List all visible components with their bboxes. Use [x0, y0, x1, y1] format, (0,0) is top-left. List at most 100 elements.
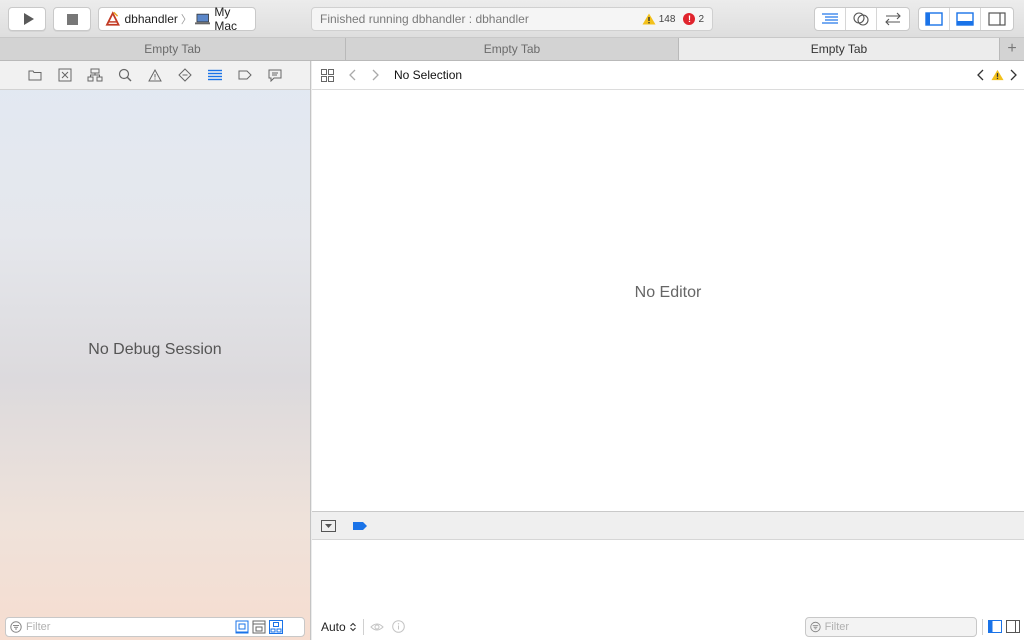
report-icon: [268, 69, 282, 82]
info-icon[interactable]: [391, 620, 405, 633]
debug-bar: [312, 511, 1024, 540]
tab-2[interactable]: Empty Tab: [346, 38, 679, 60]
filter-icon: [10, 620, 22, 633]
utilities-toggle-button[interactable]: [981, 8, 1012, 30]
activity-viewer: Finished running dbhandler : dbhandler 1…: [311, 7, 713, 31]
debug-footer: Auto: [312, 613, 1024, 640]
chevron-left-icon: [977, 69, 984, 81]
chevron-right-icon: [372, 69, 379, 81]
editor-area: No Selection No Editor: [312, 61, 1024, 511]
utilities-toggle-icon: [987, 12, 1006, 26]
hierarchy-filter-icon[interactable]: [269, 619, 283, 634]
nav-tab-find[interactable]: [110, 65, 140, 85]
nav-tab-breakpoints[interactable]: [230, 65, 260, 85]
assistant-editor-button[interactable]: [846, 8, 877, 30]
divider: [362, 618, 364, 635]
error-count[interactable]: 2: [698, 14, 704, 25]
error-icon[interactable]: !: [683, 13, 696, 25]
eye-icon[interactable]: [369, 622, 384, 632]
filter-icon: [809, 621, 821, 632]
warning-icon[interactable]: [642, 13, 656, 25]
toolbar: dbhandler 〉 My Mac Finished running dbha…: [0, 0, 1024, 38]
navigator-filter[interactable]: [5, 616, 305, 637]
scheme-selector[interactable]: dbhandler 〉 My Mac: [98, 5, 256, 33]
previous-issue-button[interactable]: [974, 65, 988, 85]
version-editor-button[interactable]: [877, 8, 908, 30]
no-debug-session-message: No Debug Session: [88, 341, 222, 358]
tab-1[interactable]: Empty Tab: [0, 38, 346, 60]
standard-editor-icon: [822, 13, 838, 24]
debug-area-toggle-icon: [956, 12, 974, 26]
editor-mode-control: [814, 7, 910, 31]
folder-icon: [28, 70, 42, 81]
next-issue-button[interactable]: [1006, 65, 1020, 85]
breakpoint-icon: [238, 70, 252, 80]
mac-icon: [194, 13, 211, 25]
navigator-toggle-icon: [925, 12, 943, 26]
status-text: Finished running dbhandler : dbhandler: [320, 12, 529, 26]
standard-editor-button[interactable]: [815, 8, 846, 30]
nav-tab-debug[interactable]: [200, 65, 230, 85]
collapse-icon: [320, 519, 336, 532]
divider: [981, 618, 983, 635]
app-icon: [105, 11, 120, 26]
nav-tab-source-control[interactable]: [50, 65, 80, 85]
no-editor-message: No Editor: [634, 284, 702, 301]
debug-filter-input[interactable]: [824, 620, 976, 633]
nav-tab-issues[interactable]: [140, 65, 170, 85]
tab-label: Empty Tab: [483, 42, 541, 56]
navigator-toggle-button[interactable]: [919, 8, 950, 30]
chevron-left-icon: [349, 69, 356, 81]
scheme-target[interactable]: dbhandler: [124, 12, 177, 26]
nav-tab-reports[interactable]: [260, 65, 290, 85]
plus-icon: +: [1007, 40, 1017, 57]
breakpoint-icon: [353, 521, 367, 530]
navigator-filter-bar: [0, 613, 310, 640]
jump-bar-title[interactable]: No Selection: [394, 68, 462, 82]
jump-bar: No Selection: [312, 61, 1024, 90]
tab-bar: Empty Tab Empty Tab Empty Tab +: [0, 38, 1024, 61]
tab-label: Empty Tab: [144, 42, 201, 56]
test-icon: [178, 68, 192, 82]
debug-content: Auto: [312, 540, 1024, 640]
breakpoints-toggle-button[interactable]: [352, 516, 368, 536]
chevron-right-icon: 〉: [180, 14, 192, 26]
variables-view-icon[interactable]: [987, 620, 1002, 633]
version-editor-icon: [884, 12, 901, 26]
crashed-threads-icon[interactable]: [252, 620, 266, 634]
debug-area-toggle-button[interactable]: [950, 8, 981, 30]
add-tab-button[interactable]: +: [1000, 38, 1024, 60]
warning-icon: [148, 68, 162, 81]
nav-tab-symbols[interactable]: [80, 65, 110, 85]
warning-count[interactable]: 148: [659, 14, 676, 25]
tab-label: Empty Tab: [810, 42, 868, 56]
related-items-button[interactable]: [320, 65, 334, 85]
issue-indicator[interactable]: [988, 65, 1006, 85]
variables-scope-value: Auto: [321, 619, 346, 634]
stop-icon: [66, 13, 78, 25]
source-control-icon: [58, 68, 72, 82]
nav-tab-tests[interactable]: [170, 65, 200, 85]
updown-chevron-icon: [349, 622, 356, 631]
tab-3[interactable]: Empty Tab: [679, 38, 1000, 60]
grid-icon: [320, 68, 334, 82]
hierarchy-icon: [87, 68, 103, 82]
search-icon: [118, 68, 132, 82]
process-filter-icon[interactable]: [235, 620, 249, 634]
debug-icon: [208, 69, 222, 81]
back-button[interactable]: [342, 65, 364, 85]
debug-filter[interactable]: [804, 616, 977, 637]
variables-scope-select[interactable]: Auto: [321, 620, 357, 634]
stop-button[interactable]: [53, 7, 91, 31]
chevron-right-icon: [1010, 69, 1017, 81]
navigator-filter-input[interactable]: [26, 620, 231, 633]
navigator-tabs: [0, 61, 310, 90]
scheme-destination[interactable]: My Mac: [214, 5, 255, 33]
run-button[interactable]: [8, 7, 46, 31]
forward-button[interactable]: [364, 65, 386, 85]
nav-tab-project[interactable]: [20, 65, 50, 85]
hide-debug-area-button[interactable]: [320, 516, 336, 536]
navigator-panel: No Debug Session: [0, 61, 311, 640]
console-view-icon[interactable]: [1005, 620, 1020, 633]
play-icon: [23, 13, 34, 25]
